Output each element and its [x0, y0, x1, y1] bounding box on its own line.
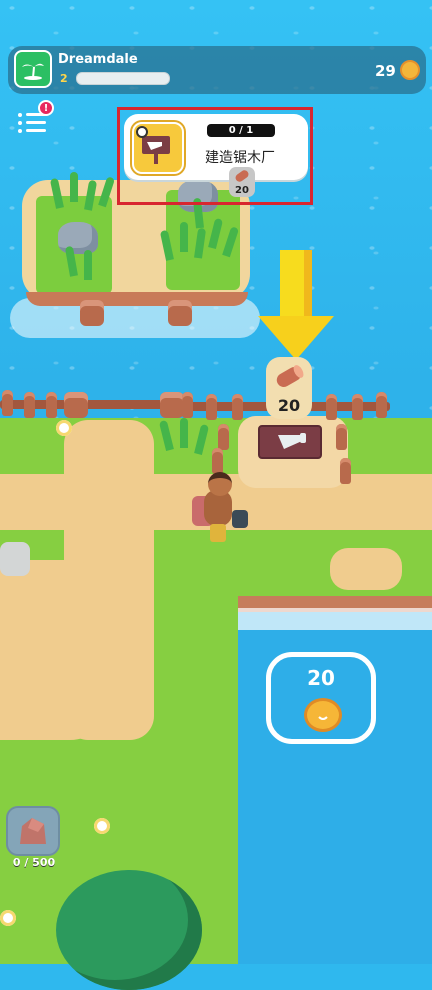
fence-post — [376, 392, 387, 418]
player-head — [208, 472, 232, 496]
player-legs — [210, 524, 226, 542]
fence-post — [218, 424, 229, 450]
tall-grass[interactable] — [180, 418, 188, 448]
player-level: 2 — [60, 72, 68, 85]
down-arrow-icon — [280, 250, 312, 320]
tall-grass[interactable] — [84, 250, 92, 280]
saw-sign-icon[interactable] — [258, 425, 322, 459]
fence-post — [182, 392, 193, 418]
shore-foam — [238, 608, 432, 630]
tree-stump — [64, 392, 88, 418]
fence-post — [352, 394, 363, 420]
fence-post — [340, 458, 351, 484]
down-arrow-head — [258, 316, 334, 360]
fence-post — [326, 394, 337, 420]
island-name: Dreamdale — [58, 52, 138, 67]
stone-block — [0, 542, 30, 576]
tree-stump — [160, 392, 184, 418]
sand-patch — [330, 548, 402, 590]
flower — [94, 818, 110, 834]
island-cliff — [26, 292, 248, 306]
axe-icon — [232, 510, 248, 528]
stone-inventory-button[interactable] — [6, 806, 60, 856]
tall-grass[interactable] — [180, 222, 188, 252]
fence-post — [24, 392, 35, 418]
coin-count: 29 — [375, 62, 396, 80]
stone-icon — [20, 818, 46, 844]
coin-icon — [400, 60, 420, 80]
highlight-outline — [117, 107, 313, 205]
notification-badge: ! — [38, 100, 54, 116]
fence-post — [232, 394, 243, 420]
rock[interactable] — [58, 222, 98, 254]
fence-post — [212, 448, 223, 474]
fence-post — [2, 390, 13, 416]
wood-log-icon — [276, 365, 304, 387]
tall-grass[interactable] — [70, 172, 78, 202]
tree[interactable] — [56, 870, 202, 990]
fence-post — [336, 424, 347, 450]
coin-pad-cost: 20 — [307, 666, 335, 690]
palm-island-icon[interactable] — [14, 50, 52, 88]
flower — [56, 420, 72, 436]
wood-required-count: 20 — [277, 396, 301, 415]
fence-post — [206, 394, 217, 420]
coin-icon — [304, 698, 342, 732]
stone-inventory-count: 0 / 500 — [12, 856, 56, 869]
tree-stump — [80, 300, 104, 326]
dirt-path — [0, 560, 110, 740]
fence-post — [46, 392, 57, 418]
xp-progress-bar — [76, 72, 170, 85]
tree-stump — [168, 300, 192, 326]
flower — [0, 910, 16, 926]
